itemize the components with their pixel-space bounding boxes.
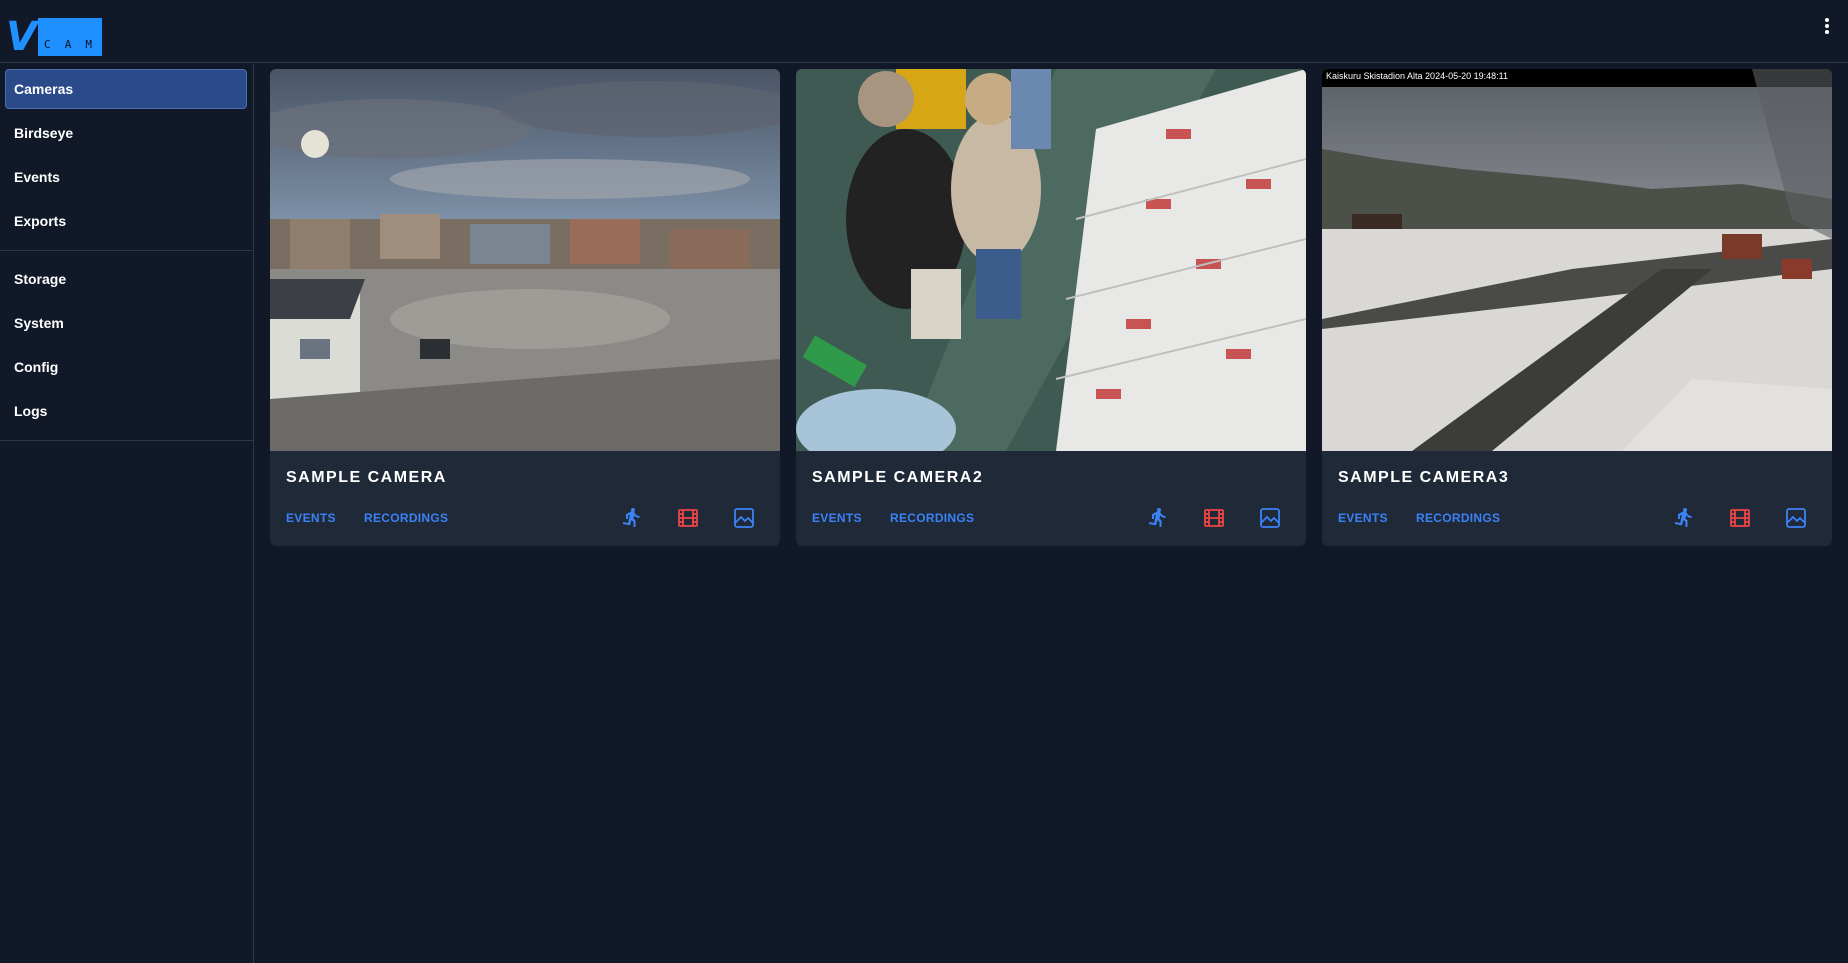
sidebar-item-system[interactable]: System [5,303,247,343]
recordings-link[interactable]: RECORDINGS [364,511,448,525]
camera-name: SAMPLE CAMERA [286,469,447,486]
events-link[interactable]: EVENTS [286,511,336,525]
snapshot-icon[interactable] [1258,506,1282,530]
recording-icon[interactable] [676,506,700,530]
camera-card: Kaiskuru Skistadion Alta 2024-05-20 19:4… [1322,69,1832,546]
camera-name: SAMPLE CAMERA3 [1338,469,1510,486]
top-bar: V C A M [0,0,1848,63]
sidebar: Cameras Birdseye Events Exports Storage … [0,64,254,963]
sidebar-item-cameras[interactable]: Cameras [5,69,247,109]
sidebar-item-storage[interactable]: Storage [5,259,247,299]
sidebar-item-logs[interactable]: Logs [5,391,247,431]
sidebar-item-exports[interactable]: Exports [5,201,247,241]
camera-name: SAMPLE CAMERA2 [812,469,984,486]
sidebar-item-config[interactable]: Config [5,347,247,387]
camera-thumbnail[interactable]: Kaiskuru Skistadion Alta 2024-05-20 19:4… [1322,69,1832,451]
events-link[interactable]: EVENTS [812,511,862,525]
sidebar-item-birdseye[interactable]: Birdseye [5,113,247,153]
more-menu-icon[interactable] [1820,16,1834,36]
snapshot-icon[interactable] [1784,506,1808,530]
events-link[interactable]: EVENTS [1338,511,1388,525]
camera-overlay-text: Kaiskuru Skistadion Alta 2024-05-20 19:4… [1326,71,1508,81]
recordings-link[interactable]: RECORDINGS [1416,511,1500,525]
logo-sub-a: A [64,38,74,51]
sidebar-primary-group: Cameras Birdseye Events Exports [0,64,253,251]
camera-thumbnail[interactable] [270,69,780,451]
sidebar-secondary-group: Storage System Config Logs [0,251,253,441]
recordings-link[interactable]: RECORDINGS [890,511,974,525]
motion-icon[interactable] [1146,506,1170,530]
sidebar-item-events[interactable]: Events [5,157,247,197]
recording-icon[interactable] [1728,506,1752,530]
logo-sub: C A M [40,38,104,52]
logo-letter: V [6,14,37,60]
motion-icon[interactable] [1672,506,1696,530]
motion-icon[interactable] [620,506,644,530]
camera-card: SAMPLE CAMERA2 EVENTS RECORDINGS [796,69,1306,546]
logo-sub-c: C [44,38,53,51]
snapshot-icon[interactable] [732,506,756,530]
app-logo[interactable]: V C A M [6,14,104,60]
camera-card: SAMPLE CAMERA EVENTS RECORDINGS [270,69,780,546]
camera-thumbnail[interactable] [796,69,1306,451]
logo-sub-m: M [85,38,94,51]
recording-icon[interactable] [1202,506,1226,530]
